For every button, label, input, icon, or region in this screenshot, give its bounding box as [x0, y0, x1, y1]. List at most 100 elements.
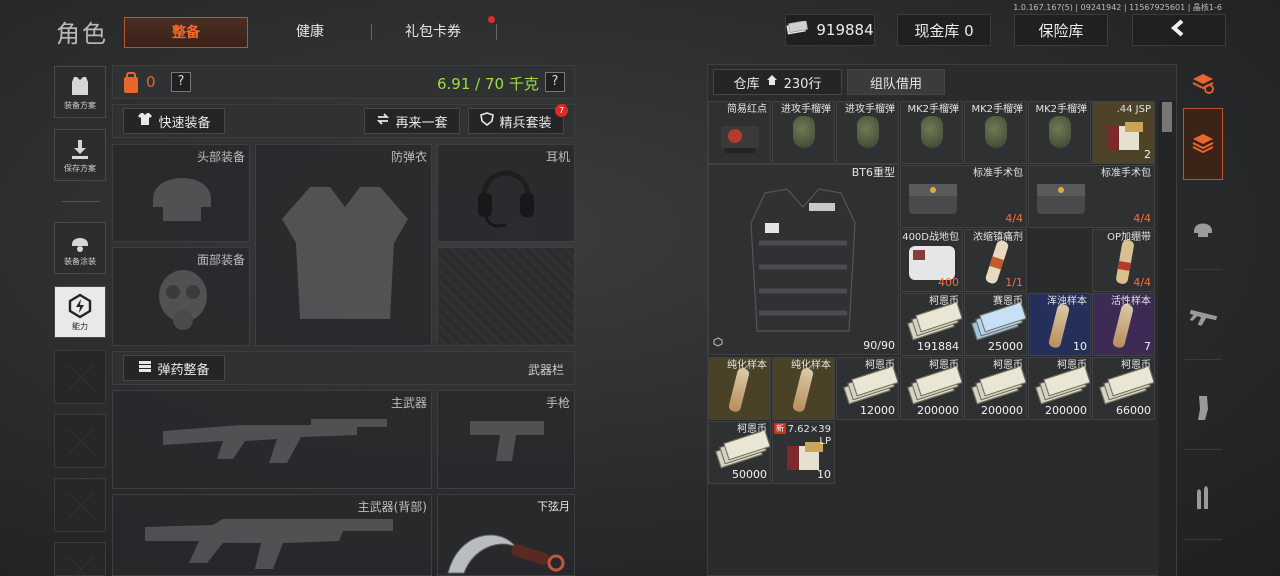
inventory-item[interactable]: 7.62×39 LP 10 新 — [772, 421, 835, 484]
item-name: 浓缩镇痛剂 — [973, 232, 1023, 243]
inventory-item[interactable]: 400D战地包 400 — [900, 229, 963, 292]
inventory-item[interactable]: 柯恩币 191884 — [900, 293, 963, 356]
sidebar-item-label: 装备方案 — [64, 100, 96, 110]
pistol-slot[interactable]: 手枪 — [437, 390, 575, 489]
inventory-item[interactable]: 浓缩镇痛剂 1/1 — [964, 229, 1027, 292]
ammo-box-icon — [1107, 122, 1143, 150]
safe-button[interactable]: 保险库 — [1014, 14, 1108, 46]
headset-slot[interactable]: 耳机 — [437, 144, 575, 242]
inventory-scrollbar-thumb[interactable] — [1162, 102, 1172, 132]
vest-icon — [282, 187, 408, 319]
item-name: 柯恩币 — [865, 360, 895, 371]
version-info: 1.0.167.167(5) | 09241942 | 11567925601 … — [1013, 3, 1222, 12]
inventory-item[interactable]: OP加绷带 4/4 — [1092, 229, 1155, 292]
primary-weapon-back-slot[interactable]: 主武器(背部) — [112, 494, 432, 576]
weight-help-button[interactable]: ? — [545, 72, 565, 92]
inventory-item[interactable]: 柯恩币 200000 — [1028, 357, 1091, 420]
item-count: 10 — [1073, 340, 1087, 353]
category-helmet[interactable] — [1184, 190, 1222, 270]
face-gear-slot[interactable]: 面部装备 — [112, 247, 250, 346]
currency-display[interactable]: 919884 — [785, 14, 875, 46]
loadout-status-bar: 0 ? 6.91 / 70 千克 ? — [112, 65, 575, 99]
inventory-item[interactable]: .44 JSP 2 — [1092, 101, 1155, 164]
inventory-item[interactable]: 纯化样本 — [708, 357, 771, 420]
medkit-icon — [1037, 184, 1085, 214]
item-name: MK2手榴弹 — [1035, 104, 1087, 115]
sidebar-item-equipment-paint[interactable]: 装备涂装 — [54, 222, 106, 274]
item-name: 柯恩币 — [929, 360, 959, 371]
slot-label: 下弦月 — [537, 500, 570, 513]
item-name: 简易红点 — [727, 104, 767, 115]
inventory-item-bt6[interactable]: BT6重型 90/90 — [708, 164, 899, 355]
ammo-equip-button[interactable]: 弹药整备 — [123, 355, 225, 381]
sidebar-item-save-plan[interactable]: 保存方案 — [54, 129, 106, 181]
download-icon — [68, 137, 92, 163]
stack-refresh-button[interactable] — [1184, 64, 1222, 104]
tab-divider — [371, 24, 372, 40]
item-count: 191884 — [917, 340, 959, 353]
item-count: 12000 — [860, 404, 895, 417]
inventory-item[interactable]: 赛恩币 25000 — [964, 293, 1027, 356]
currency-value: 919884 — [816, 21, 874, 39]
inventory-item[interactable]: 柯恩币 50000 — [708, 421, 771, 484]
item-count: 400 — [938, 276, 959, 289]
category-all[interactable] — [1183, 108, 1223, 180]
inventory-scrollbar-track[interactable] — [1158, 100, 1176, 576]
category-bullets[interactable] — [1184, 460, 1222, 540]
inventory-item[interactable]: 浑浊样本 10 — [1028, 293, 1091, 356]
inventory-item[interactable]: MK2手榴弹 — [964, 101, 1027, 164]
item-count: 2 — [1144, 148, 1151, 161]
slot-label: 防弹衣 — [390, 150, 427, 164]
tab-divider — [496, 24, 497, 40]
sample-vial-icon — [1111, 303, 1135, 349]
item-name: 纯化样本 — [791, 360, 831, 371]
primary-weapon-slot[interactable]: 主武器 — [112, 390, 432, 489]
item-name: 进攻手榴弹 — [845, 104, 895, 115]
home-icon — [766, 74, 778, 90]
tab-health[interactable]: 健康 — [260, 17, 360, 48]
ammo-icon — [138, 359, 152, 377]
category-rifle[interactable] — [1184, 280, 1222, 360]
grenade-icon — [921, 116, 943, 148]
sidebar-item-loadout-plan[interactable]: 装备方案 — [54, 66, 106, 118]
item-count: 200000 — [1045, 404, 1087, 417]
banknote-stack-icon — [843, 365, 898, 405]
help-button[interactable]: ? — [171, 72, 191, 92]
head-gear-slot[interactable]: 头部装备 — [112, 144, 250, 242]
inventory-item[interactable]: 进攻手榴弹 — [836, 101, 899, 164]
armor-slot[interactable]: 防弹衣 — [255, 144, 432, 346]
sidebar-item-ability[interactable]: 能力 — [54, 286, 106, 338]
tab-gift-coupons[interactable]: 礼包卡券 — [383, 17, 483, 48]
tab-team-borrow[interactable]: 组队借用 — [847, 69, 945, 95]
helmet-icon — [153, 178, 211, 221]
inventory-item[interactable]: 柯恩币 200000 — [900, 357, 963, 420]
tab-loadout[interactable]: 整备 — [124, 17, 248, 48]
tab-warehouse[interactable]: 仓库 230行 — [713, 69, 842, 95]
category-magazine[interactable] — [1184, 370, 1222, 450]
cash-vault-button[interactable]: 现金库 0 — [897, 14, 991, 46]
repeat-set-button[interactable]: 再来一套 — [364, 108, 460, 134]
elite-set-button[interactable]: 精兵套装 — [468, 108, 564, 134]
inventory-item[interactable]: 简易红点 — [708, 101, 771, 164]
back-button[interactable] — [1132, 14, 1226, 46]
inventory-item[interactable]: MK2手榴弹 — [900, 101, 963, 164]
quick-equip-button[interactable]: 快速装备 — [123, 108, 225, 134]
inventory-item[interactable]: MK2手榴弹 — [1028, 101, 1091, 164]
item-count: 10 — [817, 468, 831, 481]
empty-slot — [54, 478, 106, 532]
new-badge: 新 — [774, 423, 786, 434]
inventory-item[interactable]: 柯恩币 66000 — [1092, 357, 1155, 420]
gas-mask-icon — [159, 270, 207, 330]
inventory-item[interactable]: 标准手术包 4/4 — [1028, 165, 1155, 228]
inventory-item[interactable]: 纯化样本 — [772, 357, 835, 420]
inventory-item[interactable]: 进攻手榴弹 — [772, 101, 835, 164]
item-name: 赛恩币 — [993, 296, 1023, 307]
inventory-item[interactable]: 活性样本 7 — [1092, 293, 1155, 356]
inventory-item[interactable]: 柯恩币 200000 — [964, 357, 1027, 420]
melee-slot[interactable]: 下弦月 — [437, 494, 575, 576]
vest-icon — [750, 188, 856, 332]
item-name: BT6重型 — [851, 166, 895, 179]
inventory-item[interactable]: 标准手术包 4/4 — [900, 165, 1027, 228]
inventory-item[interactable]: 柯恩币 12000 — [836, 357, 899, 420]
item-count: 4/4 — [1133, 276, 1151, 289]
